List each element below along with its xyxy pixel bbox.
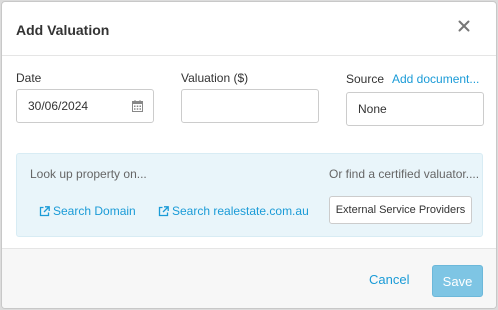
valuation-input[interactable] [193, 90, 318, 122]
valuation-field[interactable] [181, 89, 319, 123]
close-icon[interactable] [456, 18, 472, 34]
source-value: None [358, 102, 387, 116]
search-realestate-label: Search realestate.com.au [172, 204, 309, 218]
search-domain-label: Search Domain [53, 204, 136, 218]
external-service-providers-button[interactable]: External Service Providers [329, 196, 472, 224]
add-valuation-dialog: Add Valuation Date 30/06/2024 Valuation … [1, 1, 497, 309]
property-lookup-panel: Look up property on... Or find a certifi… [16, 153, 483, 237]
date-label: Date [16, 71, 42, 85]
cancel-button[interactable]: Cancel [369, 272, 409, 287]
save-button[interactable]: Save [432, 265, 483, 297]
date-field[interactable]: 30/06/2024 [16, 89, 154, 123]
external-link-icon [39, 205, 50, 216]
search-domain-link[interactable]: Search Domain [39, 204, 136, 218]
calendar-icon[interactable] [132, 100, 143, 112]
dialog-title: Add Valuation [16, 22, 110, 38]
add-document-link[interactable]: Add document... [392, 72, 479, 86]
source-field[interactable]: None [346, 92, 484, 126]
source-label: Source [346, 72, 385, 86]
valuator-prompt: Or find a certified valuator.... [329, 167, 480, 181]
dialog-header: Add Valuation [2, 2, 496, 56]
dialog-footer: Cancel Save [2, 248, 496, 308]
date-value: 30/06/2024 [28, 99, 89, 113]
external-link-icon [158, 205, 169, 216]
search-realestate-link[interactable]: Search realestate.com.au [158, 204, 309, 218]
lookup-prompt: Look up property on... [30, 167, 147, 181]
valuation-label: Valuation ($) [181, 71, 249, 85]
